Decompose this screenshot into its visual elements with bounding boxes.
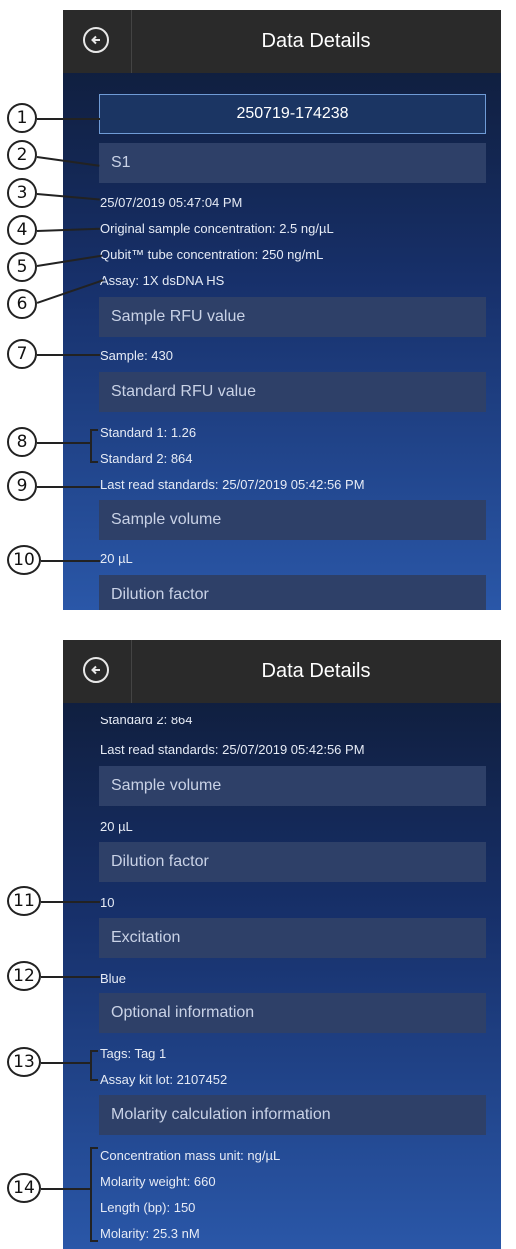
dilution-factor-header[interactable]: Dilution factor [99, 842, 486, 882]
callout-13-bracket [90, 1050, 92, 1080]
molarity-calculation-header[interactable]: Molarity calculation information [99, 1095, 486, 1135]
callout-13-leader [41, 1062, 90, 1064]
back-button[interactable] [63, 640, 132, 703]
callout-14-bracket-bottom [90, 1240, 98, 1242]
page-title: Data Details [261, 30, 371, 52]
data-details-screen-bottom: Data Details Standard 2: 864 Last read s… [63, 640, 501, 1249]
callout-1-leader [37, 118, 100, 120]
sample-rfu-header[interactable]: Sample RFU value [99, 297, 486, 337]
callout-9: 9 [7, 471, 37, 501]
dilution-factor-value: 10 [100, 895, 115, 910]
header-bar: Data Details [63, 640, 501, 703]
tube-concentration: Qubit™ tube concentration: 250 ng/mL [100, 247, 324, 262]
callout-14: 14 [7, 1173, 41, 1203]
back-arrow-icon [83, 657, 109, 683]
standard2-value: Standard 2: 864 [100, 451, 193, 466]
callout-11: 11 [7, 886, 41, 916]
page-title: Data Details [261, 660, 371, 682]
sample-volume-value: 20 µL [100, 551, 133, 566]
callout-7-leader [37, 354, 100, 356]
sample-volume-value: 20 µL [100, 819, 133, 834]
timestamp: 25/07/2019 05:47:04 PM [100, 195, 243, 210]
callout-4: 4 [7, 215, 37, 245]
run-name-field[interactable]: 250719-174238 [99, 94, 486, 134]
callout-10-leader [41, 560, 100, 562]
assay-kit-lot-value: Assay kit lot: 2107452 [100, 1072, 228, 1087]
original-concentration: Original sample concentration: 2.5 ng/µL [100, 221, 334, 236]
concentration-mass-unit: Concentration mass unit: ng/µL [100, 1148, 281, 1163]
standard1-value: Standard 1: 1.26 [100, 425, 197, 440]
molarity-value: Molarity: 25.3 nM [100, 1226, 200, 1241]
callout-13-bracket-top [90, 1050, 98, 1052]
callout-12: 12 [7, 961, 41, 991]
tags-value: Tags: Tag 1 [100, 1046, 167, 1061]
callout-8-leader [37, 442, 90, 444]
callout-8-bracket [90, 429, 92, 462]
back-button[interactable] [63, 10, 132, 73]
callout-10: 10 [7, 545, 41, 575]
excitation-header[interactable]: Excitation [99, 918, 486, 958]
callout-13: 13 [7, 1047, 41, 1077]
callout-3: 3 [7, 178, 37, 208]
callout-6: 6 [7, 289, 37, 319]
callout-8: 8 [7, 427, 37, 457]
callout-2: 2 [7, 140, 37, 170]
back-arrow-icon [83, 27, 109, 53]
sample-volume-header[interactable]: Sample volume [99, 766, 486, 806]
standard2-value-cut: Standard 2: 864 [100, 712, 193, 727]
callout-1: 1 [7, 103, 37, 133]
callout-7: 7 [7, 339, 37, 369]
callout-13-bracket-bottom [90, 1079, 98, 1081]
callout-8-bracket-top [90, 429, 98, 431]
standard-rfu-header[interactable]: Standard RFU value [99, 372, 486, 412]
optional-information-header[interactable]: Optional information [99, 993, 486, 1033]
callout-14-bracket-top [90, 1147, 98, 1149]
last-read-standards: Last read standards: 25/07/2019 05:42:56… [100, 477, 365, 492]
callout-14-leader [41, 1188, 90, 1190]
callout-11-leader [41, 901, 100, 903]
dilution-factor-header[interactable]: Dilution factor [99, 575, 486, 610]
excitation-value: Blue [100, 971, 127, 986]
data-details-screen-top: Data Details 250719-174238 S1 25/07/2019… [63, 10, 501, 610]
callout-5: 5 [7, 252, 37, 282]
callout-9-leader [37, 486, 100, 488]
length-bp: Length (bp): 150 [100, 1200, 196, 1215]
sample-volume-header[interactable]: Sample volume [99, 500, 486, 540]
sample-rfu-value: Sample: 430 [100, 348, 173, 363]
header-bar: Data Details [63, 10, 501, 73]
assay-name: Assay: 1X dsDNA HS [100, 273, 225, 288]
molarity-weight: Molarity weight: 660 [100, 1174, 216, 1189]
last-read-standards: Last read standards: 25/07/2019 05:42:56… [100, 742, 365, 757]
callout-14-bracket [90, 1147, 92, 1241]
callout-12-leader [41, 976, 100, 978]
callout-8-bracket-bottom [90, 461, 98, 463]
sample-name-field[interactable]: S1 [99, 143, 486, 183]
